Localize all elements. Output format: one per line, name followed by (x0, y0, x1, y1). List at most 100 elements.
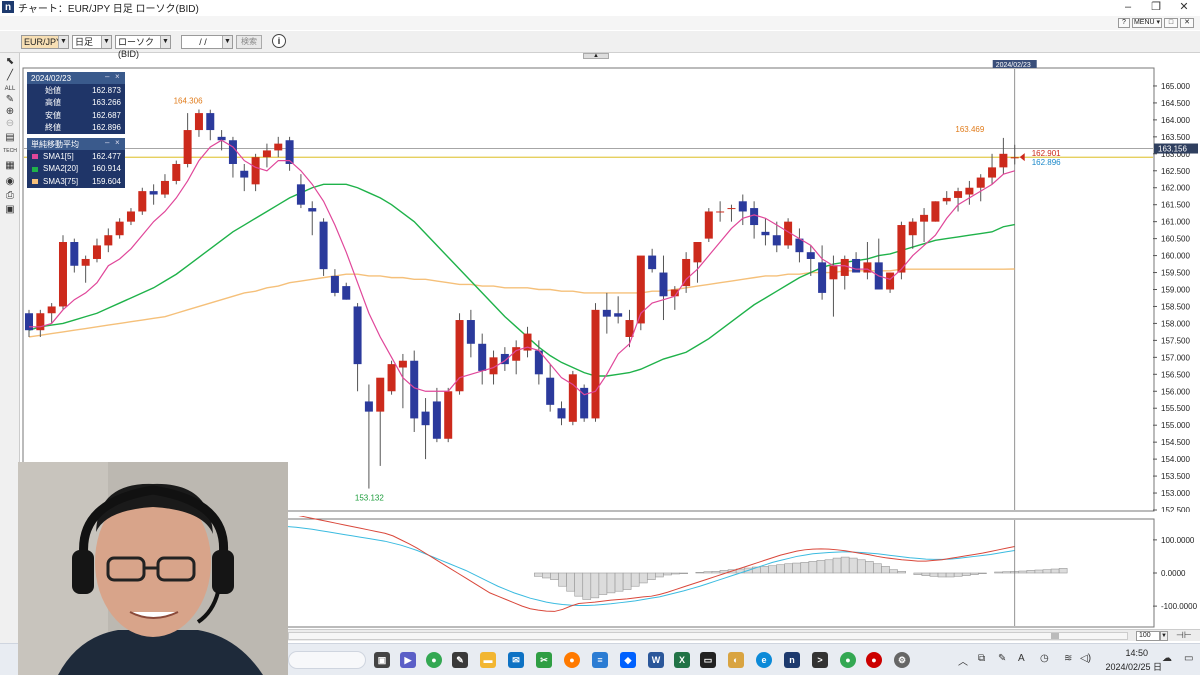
close-button[interactable]: ✕ (1170, 0, 1198, 14)
plot-area (22, 67, 1155, 512)
close-price-label: 162.901 (1032, 149, 1061, 158)
candle-body (716, 211, 725, 213)
console-icon[interactable]: > (812, 652, 828, 668)
macd-histogram-bar (542, 572, 551, 579)
settings-icon[interactable]: ⚙ (894, 652, 910, 668)
macd-histogram-bar (994, 571, 1003, 574)
clock-time[interactable]: 14:50 (1125, 648, 1148, 658)
help-button[interactable]: ? (1118, 18, 1130, 28)
cursor-date-label: 2024/02/23 (996, 62, 1031, 69)
candle-body (750, 208, 759, 226)
capture-icon[interactable]: ✂ (536, 652, 552, 668)
chrome-icon[interactable]: ● (840, 652, 856, 668)
wifi-icon[interactable]: ≋ (1064, 653, 1072, 664)
task-view-icon[interactable]: ▣ (374, 652, 390, 668)
candle-body (172, 163, 181, 181)
candle-body (364, 401, 373, 412)
terminal-icon[interactable]: ▭ (700, 652, 716, 668)
macd-histogram-bar (606, 572, 616, 594)
app-icon[interactable]: ✎ (452, 652, 468, 668)
eye-icon[interactable]: ◉ (3, 175, 17, 188)
ohlc-row: 安値 162.687 (27, 109, 125, 122)
chart-type-select[interactable]: ローソク(BID) ▼ (115, 35, 171, 59)
notes-icon[interactable]: ≡ (592, 652, 608, 668)
candle-body (81, 258, 90, 266)
close-icon[interactable]: × (115, 72, 120, 81)
mail-icon[interactable]: ✉ (508, 652, 524, 668)
network-icon[interactable]: ⧉ (978, 653, 985, 664)
horizontal-scrollbar[interactable] (288, 632, 1128, 640)
font-icon[interactable]: A (1018, 653, 1025, 664)
timeframe-value: 日足 (75, 37, 94, 47)
volume-icon[interactable]: ◁) (1080, 653, 1091, 664)
search-button[interactable]: 検索 (236, 35, 262, 49)
excel-icon[interactable]: X (674, 652, 690, 668)
clock-icon[interactable]: ◷ (1040, 653, 1049, 664)
minimize-icon[interactable]: – (105, 72, 109, 81)
app-icon[interactable]: ◐ (728, 652, 744, 668)
macd-histogram-bar (1050, 568, 1060, 574)
date-input[interactable]: / / ▼ (181, 35, 233, 49)
macd-histogram-bar (1034, 569, 1044, 574)
macd-histogram-bar (953, 572, 963, 577)
sma-row: SMA3[75] 159.604 (27, 175, 125, 188)
macd-histogram-bar (598, 572, 608, 595)
firefox-icon[interactable]: ● (564, 652, 580, 668)
candlestick-chart[interactable]: 2024/02/23 165.000 164.500 164.000 163.500 1… (20, 60, 1200, 512)
taskbar-search[interactable] (288, 651, 366, 669)
macd-histogram-bar (695, 572, 705, 574)
zoom-out-icon[interactable]: ⊖ (3, 117, 17, 130)
record-icon[interactable]: ● (866, 652, 882, 668)
chevron-up-icon[interactable]: ︿ (958, 653, 968, 668)
candle-body (251, 157, 260, 185)
window-title: チャート：EUR/JPY 日足 ローソク(BID) (18, 3, 199, 15)
macd-histogram-bar (776, 564, 785, 574)
macd-histogram-bar (663, 572, 672, 576)
settings-icon[interactable]: ▣ (3, 203, 17, 216)
tech-icon[interactable]: TECH (3, 145, 17, 158)
y-tick-label: 160.500 (1161, 235, 1190, 244)
title-bar: n チャート：EUR/JPY 日足 ローソク(BID) – ❐ ✕ (0, 0, 1200, 15)
chart-icon[interactable]: ▤ (3, 131, 17, 144)
panel-close-button[interactable]: ✕ (1180, 18, 1194, 28)
timeframe-select[interactable]: 日足 ▼ (72, 35, 112, 49)
line-tool-icon[interactable]: ╱ (3, 69, 17, 82)
menu-button[interactable]: MENU ▾ (1132, 18, 1162, 28)
edge-icon[interactable]: e (756, 652, 772, 668)
cloud-icon[interactable]: ☁ (1162, 653, 1172, 664)
candle-body (852, 258, 861, 273)
notification-icon[interactable]: ▭ (1184, 653, 1193, 664)
pen-icon[interactable]: ✎ (998, 653, 1006, 664)
candle-body (240, 170, 249, 178)
macd-histogram-bar (768, 565, 777, 574)
dropbox-icon[interactable]: ◆ (620, 652, 636, 668)
detach-button[interactable]: □ (1164, 18, 1178, 28)
macd-histogram-bar (921, 572, 931, 576)
chrome-icon[interactable]: ● (426, 652, 442, 668)
cursor-icon[interactable]: ⬉ (3, 55, 17, 68)
candle-body (591, 309, 600, 419)
candle-body (421, 411, 430, 426)
layout-icon[interactable]: ▦ (3, 159, 17, 172)
print-icon[interactable]: ⎙ (3, 189, 17, 202)
folder-icon[interactable]: ▬ (480, 652, 496, 668)
symbol-select[interactable]: EUR/JPY ▼ (21, 35, 69, 49)
close-icon[interactable]: × (115, 138, 120, 147)
clock-date[interactable]: 2024/02/25 日 (1105, 660, 1162, 673)
scrollbar-thumb[interactable] (1051, 633, 1059, 639)
minimize-button[interactable]: – (1114, 0, 1142, 14)
info-icon[interactable]: i (272, 34, 286, 48)
word-icon[interactable]: W (648, 652, 664, 668)
toolbar: EUR/JPY ▼ 日足 ▼ ローソク(BID) ▼ / / ▼ 検索 i (0, 31, 1200, 59)
maximize-button[interactable]: ❐ (1142, 0, 1170, 14)
candle-body (194, 113, 203, 131)
trading-app-icon[interactable]: n (784, 652, 800, 668)
chevron-down-icon[interactable]: ▼ (1160, 631, 1168, 641)
teams-icon[interactable]: ▶ (400, 652, 416, 668)
minimize-icon[interactable]: – (105, 138, 109, 147)
candle-body (976, 177, 985, 188)
candle-body (659, 272, 668, 297)
collapse-handle[interactable]: ▲ (583, 53, 609, 59)
zoom-input[interactable]: 100 (1136, 631, 1160, 641)
pan-icon[interactable]: ⊣⊢ (1176, 630, 1192, 641)
